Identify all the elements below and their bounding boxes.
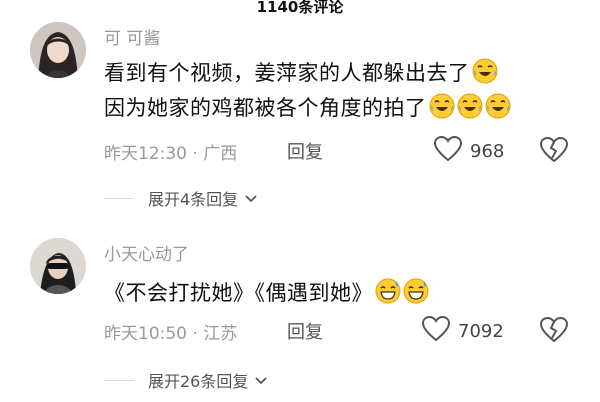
comment-text-line: 《不会打扰她》《偶遇到她》	[104, 277, 429, 307]
laugh-cry-emoji-icon	[472, 58, 498, 84]
reply-button[interactable]: 回复	[287, 138, 323, 164]
expand-replies[interactable]: 展开26条回复	[104, 368, 268, 392]
comment-text-line: 因为她家的鸡都被各个角度的拍了	[104, 92, 511, 122]
like-count: 968	[470, 141, 505, 162]
comment-location: 江苏	[203, 324, 238, 344]
expand-replies-label: 展开4条回复	[148, 190, 239, 209]
reply-button[interactable]: 回复	[287, 318, 323, 344]
meta-separator: ·	[187, 144, 204, 164]
comment-meta: 昨天12:30 · 广西	[104, 139, 237, 164]
like-count: 7092	[458, 321, 504, 342]
chevron-down-icon	[254, 371, 268, 390]
comment-text: 因为她家的鸡都被各个角度的拍了	[104, 96, 427, 120]
like-button[interactable]: 968	[433, 135, 505, 167]
username[interactable]: 可 可酱	[104, 24, 160, 49]
dislike-button[interactable]	[539, 136, 569, 167]
expand-replies-label: 展开26条回复	[148, 372, 249, 391]
laugh-cry-emoji-icon	[457, 93, 483, 119]
grin-sweat-emoji-icon	[375, 278, 401, 304]
heart-icon	[421, 315, 451, 347]
comment-text: 《不会打扰她》《偶遇到她》	[104, 281, 373, 305]
broken-heart-icon	[539, 136, 569, 167]
expand-divider	[104, 379, 134, 381]
comment-count-title: 1140条评论	[256, 0, 344, 14]
comment-time: 昨天12:30	[104, 144, 187, 164]
laugh-cry-emoji-icon	[485, 93, 511, 119]
comment-location: 广西	[203, 144, 238, 164]
like-button[interactable]: 7092	[421, 315, 504, 347]
broken-heart-icon	[539, 316, 569, 347]
expand-divider	[104, 197, 134, 199]
expand-replies[interactable]: 展开4条回复	[104, 186, 258, 210]
chevron-down-icon	[244, 189, 258, 208]
comment-meta: 昨天10:50 · 江苏	[104, 319, 237, 344]
avatar[interactable]	[30, 22, 86, 78]
laugh-cry-emoji-icon	[429, 93, 455, 119]
comment-text: 看到有个视频，姜萍家的人都躲出去了	[104, 61, 470, 85]
heart-icon	[433, 135, 463, 167]
grin-sweat-emoji-icon	[403, 278, 429, 304]
username[interactable]: 小天心动了	[104, 240, 189, 265]
meta-separator: ·	[187, 324, 204, 344]
dislike-button[interactable]	[539, 316, 569, 347]
comment-time: 昨天10:50	[104, 324, 187, 344]
avatar[interactable]	[30, 238, 86, 294]
comment-text-line: 看到有个视频，姜萍家的人都躲出去了	[104, 57, 498, 87]
